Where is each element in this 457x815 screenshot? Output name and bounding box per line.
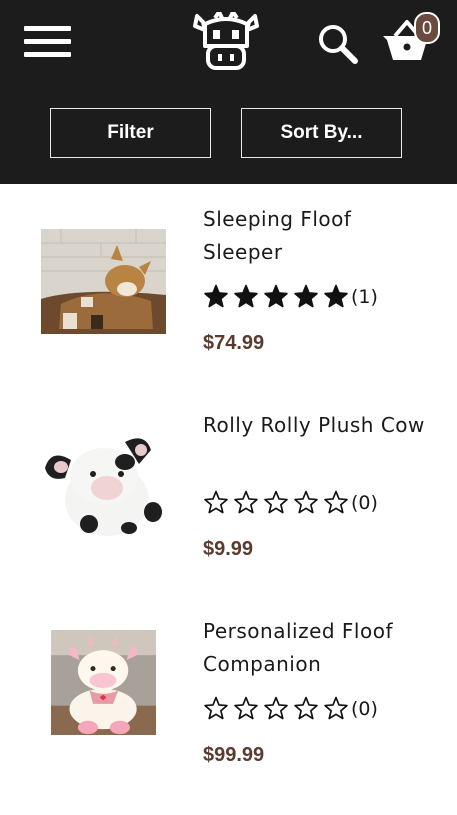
star-icon — [264, 696, 288, 720]
star-icon — [204, 696, 228, 720]
cow-logo-icon[interactable] — [193, 12, 259, 72]
product-name[interactable]: Rolly Rolly Plush Cow — [203, 409, 433, 442]
product-image[interactable] — [41, 630, 166, 735]
star-icon — [234, 490, 258, 514]
cart-count-badge: 0 — [414, 12, 440, 44]
product-price: $9.99 — [203, 538, 254, 560]
product-price: $74.99 — [203, 332, 265, 354]
star-icon — [294, 696, 318, 720]
filter-button[interactable]: Filter — [50, 108, 211, 158]
star-rating — [203, 696, 349, 721]
product-name[interactable]: Personalized Floof Companion — [203, 615, 433, 681]
star-icon — [294, 284, 318, 308]
star-icon — [204, 490, 228, 514]
product-rating: (0) — [203, 490, 378, 515]
star-icon — [324, 284, 348, 308]
product-rating: (0) — [203, 696, 378, 721]
star-icon — [204, 284, 228, 308]
review-count[interactable]: (1) — [351, 286, 378, 308]
site-header: 0 Filter Sort By... — [0, 0, 457, 184]
star-icon — [324, 696, 348, 720]
product-image[interactable] — [41, 229, 166, 334]
search-icon[interactable] — [316, 22, 358, 64]
sort-by-button[interactable]: Sort By... — [241, 108, 402, 158]
star-icon — [294, 490, 318, 514]
star-icon — [234, 284, 258, 308]
star-icon — [234, 696, 258, 720]
star-rating — [203, 284, 349, 309]
review-count[interactable]: (0) — [351, 492, 378, 514]
star-icon — [264, 284, 288, 308]
star-rating — [203, 490, 349, 515]
product-rating: (1) — [203, 284, 378, 309]
product-name[interactable]: Sleeping Floof Sleeper — [203, 203, 433, 269]
review-count[interactable]: (0) — [351, 698, 378, 720]
star-icon — [264, 490, 288, 514]
product-price: $99.99 — [203, 744, 265, 766]
star-icon — [324, 490, 348, 514]
product-image[interactable] — [41, 434, 166, 539]
menu-icon[interactable] — [24, 26, 71, 58]
